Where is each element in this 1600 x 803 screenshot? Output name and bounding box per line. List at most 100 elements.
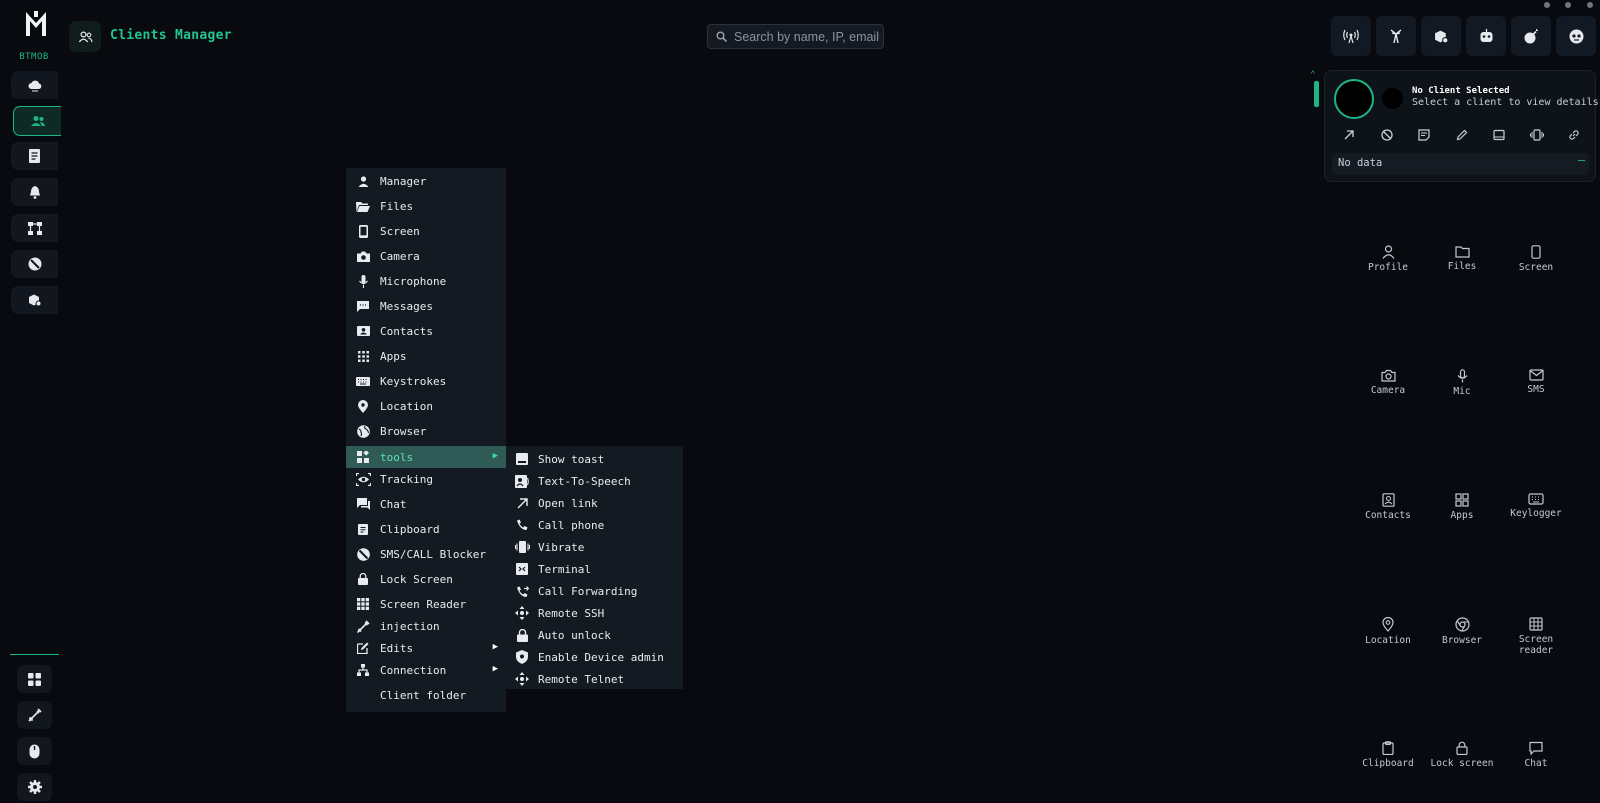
quick-screen-reader[interactable]: Screen reader	[1499, 617, 1573, 656]
top-button-bomb[interactable]	[1511, 16, 1551, 56]
menu-item-manager[interactable]: Manager	[346, 170, 506, 192]
client-action-link[interactable]	[1566, 127, 1582, 143]
panel-scrollbar[interactable]	[1314, 81, 1319, 107]
submenu-item-enable-device-admin[interactable]: Enable Device admin	[506, 646, 683, 668]
quick-files[interactable]: Files	[1425, 245, 1499, 272]
menu-item-connection[interactable]: Connection ▶	[346, 659, 506, 681]
quick-apps[interactable]: Apps	[1425, 493, 1499, 521]
quick-label: Contacts	[1365, 510, 1411, 521]
client-action-open-link[interactable]	[1341, 127, 1357, 143]
client-action-vibrate[interactable]	[1529, 127, 1545, 143]
top-button-tower[interactable]	[1376, 16, 1416, 56]
quick-label: Screen reader	[1518, 634, 1554, 656]
submenu-item-show-toast[interactable]: Show toast	[506, 448, 683, 470]
top-button-skull[interactable]	[1556, 16, 1596, 56]
quick-mic[interactable]: Mic	[1425, 369, 1499, 397]
submenu-item-label: Remote Telnet	[538, 672, 625, 686]
sidebar-item-cloud[interactable]	[11, 71, 58, 99]
submenu-item-auto-unlock[interactable]: Auto unlock	[506, 624, 683, 646]
quick-contacts[interactable]: Contacts	[1351, 493, 1425, 521]
submenu-item-label: Remote SSH	[538, 606, 605, 620]
quick-clipboard[interactable]: Clipboard	[1351, 741, 1425, 769]
menu-item-lock-screen[interactable]: Lock Screen	[346, 568, 506, 590]
top-button-antenna[interactable]	[1331, 16, 1371, 56]
phone-call-icon	[517, 519, 528, 530]
menu-item-chat[interactable]: Chat	[346, 493, 506, 515]
client-action-note[interactable]	[1416, 127, 1432, 143]
window-dot[interactable]	[1587, 2, 1593, 8]
window-dot[interactable]	[1544, 2, 1550, 8]
tablet-icon	[1493, 129, 1505, 141]
submenu-item-open-link[interactable]: Open link	[506, 492, 683, 514]
quick-lock-screen[interactable]: Lock screen	[1425, 741, 1499, 769]
sidebar-item-network[interactable]	[11, 214, 58, 242]
window-dot[interactable]	[1565, 2, 1571, 8]
top-button-robot[interactable]	[1466, 16, 1506, 56]
menu-item-clipboard[interactable]: Clipboard	[346, 518, 506, 540]
menu-item-tools[interactable]: tools ▶	[346, 446, 506, 468]
client-action-tablet[interactable]	[1491, 127, 1507, 143]
search-box[interactable]	[707, 24, 884, 49]
menu-item-microphone[interactable]: Microphone	[346, 270, 506, 292]
sidebar-item-notifications[interactable]	[11, 178, 58, 206]
menu-item-browser[interactable]: Browser	[346, 420, 506, 442]
menu-item-label: tools	[380, 450, 414, 464]
sidebar-dashboard-button[interactable]	[17, 665, 52, 693]
sidebar-item-blocker[interactable]	[11, 250, 58, 278]
submenu-item-remote-ssh[interactable]: Remote SSH	[506, 602, 683, 624]
apps-icon	[357, 350, 369, 362]
panel-scroll-up-icon[interactable]: ⌃	[1310, 70, 1315, 80]
quick-browser[interactable]: Browser	[1425, 617, 1499, 646]
menu-item-messages[interactable]: Messages	[346, 295, 506, 317]
menu-item-tracking[interactable]: Tracking	[346, 468, 506, 490]
sidebar-mouse-button[interactable]	[17, 737, 52, 765]
submenu-item-call-forwarding[interactable]: Call Forwarding	[506, 580, 683, 602]
sidebar-injection-button[interactable]	[17, 701, 52, 729]
chrome-icon	[1454, 617, 1470, 632]
sidebar-item-documents[interactable]	[11, 142, 58, 170]
client-action-block[interactable]	[1379, 127, 1395, 143]
quick-screen[interactable]: Screen	[1499, 245, 1573, 273]
submenu-item-vibrate[interactable]: Vibrate	[506, 536, 683, 558]
search-input[interactable]	[734, 29, 880, 44]
sidebar-item-clients[interactable]	[13, 106, 61, 136]
submenu-item-text-to-speech[interactable]: Text-To-Speech	[506, 470, 683, 492]
contacts-icon	[356, 326, 370, 336]
menu-item-files[interactable]: Files	[346, 195, 506, 217]
sidebar-item-builder[interactable]	[11, 286, 58, 314]
menu-item-keystrokes[interactable]: Keystrokes	[346, 370, 506, 392]
menu-item-label: Manager	[380, 174, 427, 188]
menu-item-screen-reader[interactable]: Screen Reader	[346, 593, 506, 615]
menu-item-screen[interactable]: Screen	[346, 220, 506, 242]
block-icon	[356, 547, 370, 561]
app-logo[interactable]	[22, 9, 50, 39]
quick-keylogger[interactable]: Keylogger	[1499, 493, 1573, 519]
menu-item-apps[interactable]: Apps	[346, 345, 506, 367]
menu-item-label: Apps	[380, 349, 407, 363]
menu-item-edits[interactable]: Edits ▶	[346, 637, 506, 659]
collapse-icon[interactable]: –	[1578, 153, 1585, 167]
clipboard-icon	[1382, 741, 1394, 755]
menu-item-injection[interactable]: injection	[346, 615, 506, 637]
quick-sms[interactable]: SMS	[1499, 369, 1573, 395]
quick-location[interactable]: Location	[1351, 617, 1425, 646]
menu-item-client-folder[interactable]: Client folder	[346, 684, 506, 706]
top-button-builder[interactable]	[1421, 16, 1461, 56]
submenu-item-terminal[interactable]: Terminal	[506, 558, 683, 580]
submenu-item-call-phone[interactable]: Call phone	[506, 514, 683, 536]
menu-item-location[interactable]: Location	[346, 395, 506, 417]
menu-item-camera[interactable]: Camera	[346, 245, 506, 267]
network-icon	[27, 221, 42, 235]
submenu-item-remote-telnet[interactable]: Remote Telnet	[506, 668, 683, 690]
bell-icon	[29, 185, 40, 199]
quick-chat[interactable]: Chat	[1499, 741, 1573, 769]
pin-icon	[1382, 617, 1394, 632]
sidebar-settings-button[interactable]	[17, 773, 52, 801]
folder-icon	[1454, 246, 1470, 258]
quick-camera[interactable]: Camera	[1351, 369, 1425, 396]
quick-profile[interactable]: Profile	[1351, 245, 1425, 273]
menu-item-contacts[interactable]: Contacts	[346, 320, 506, 342]
menu-item-sms-call-blocker[interactable]: SMS/CALL Blocker	[346, 543, 506, 565]
client-action-edit[interactable]	[1454, 127, 1470, 143]
move-icon	[515, 606, 529, 620]
